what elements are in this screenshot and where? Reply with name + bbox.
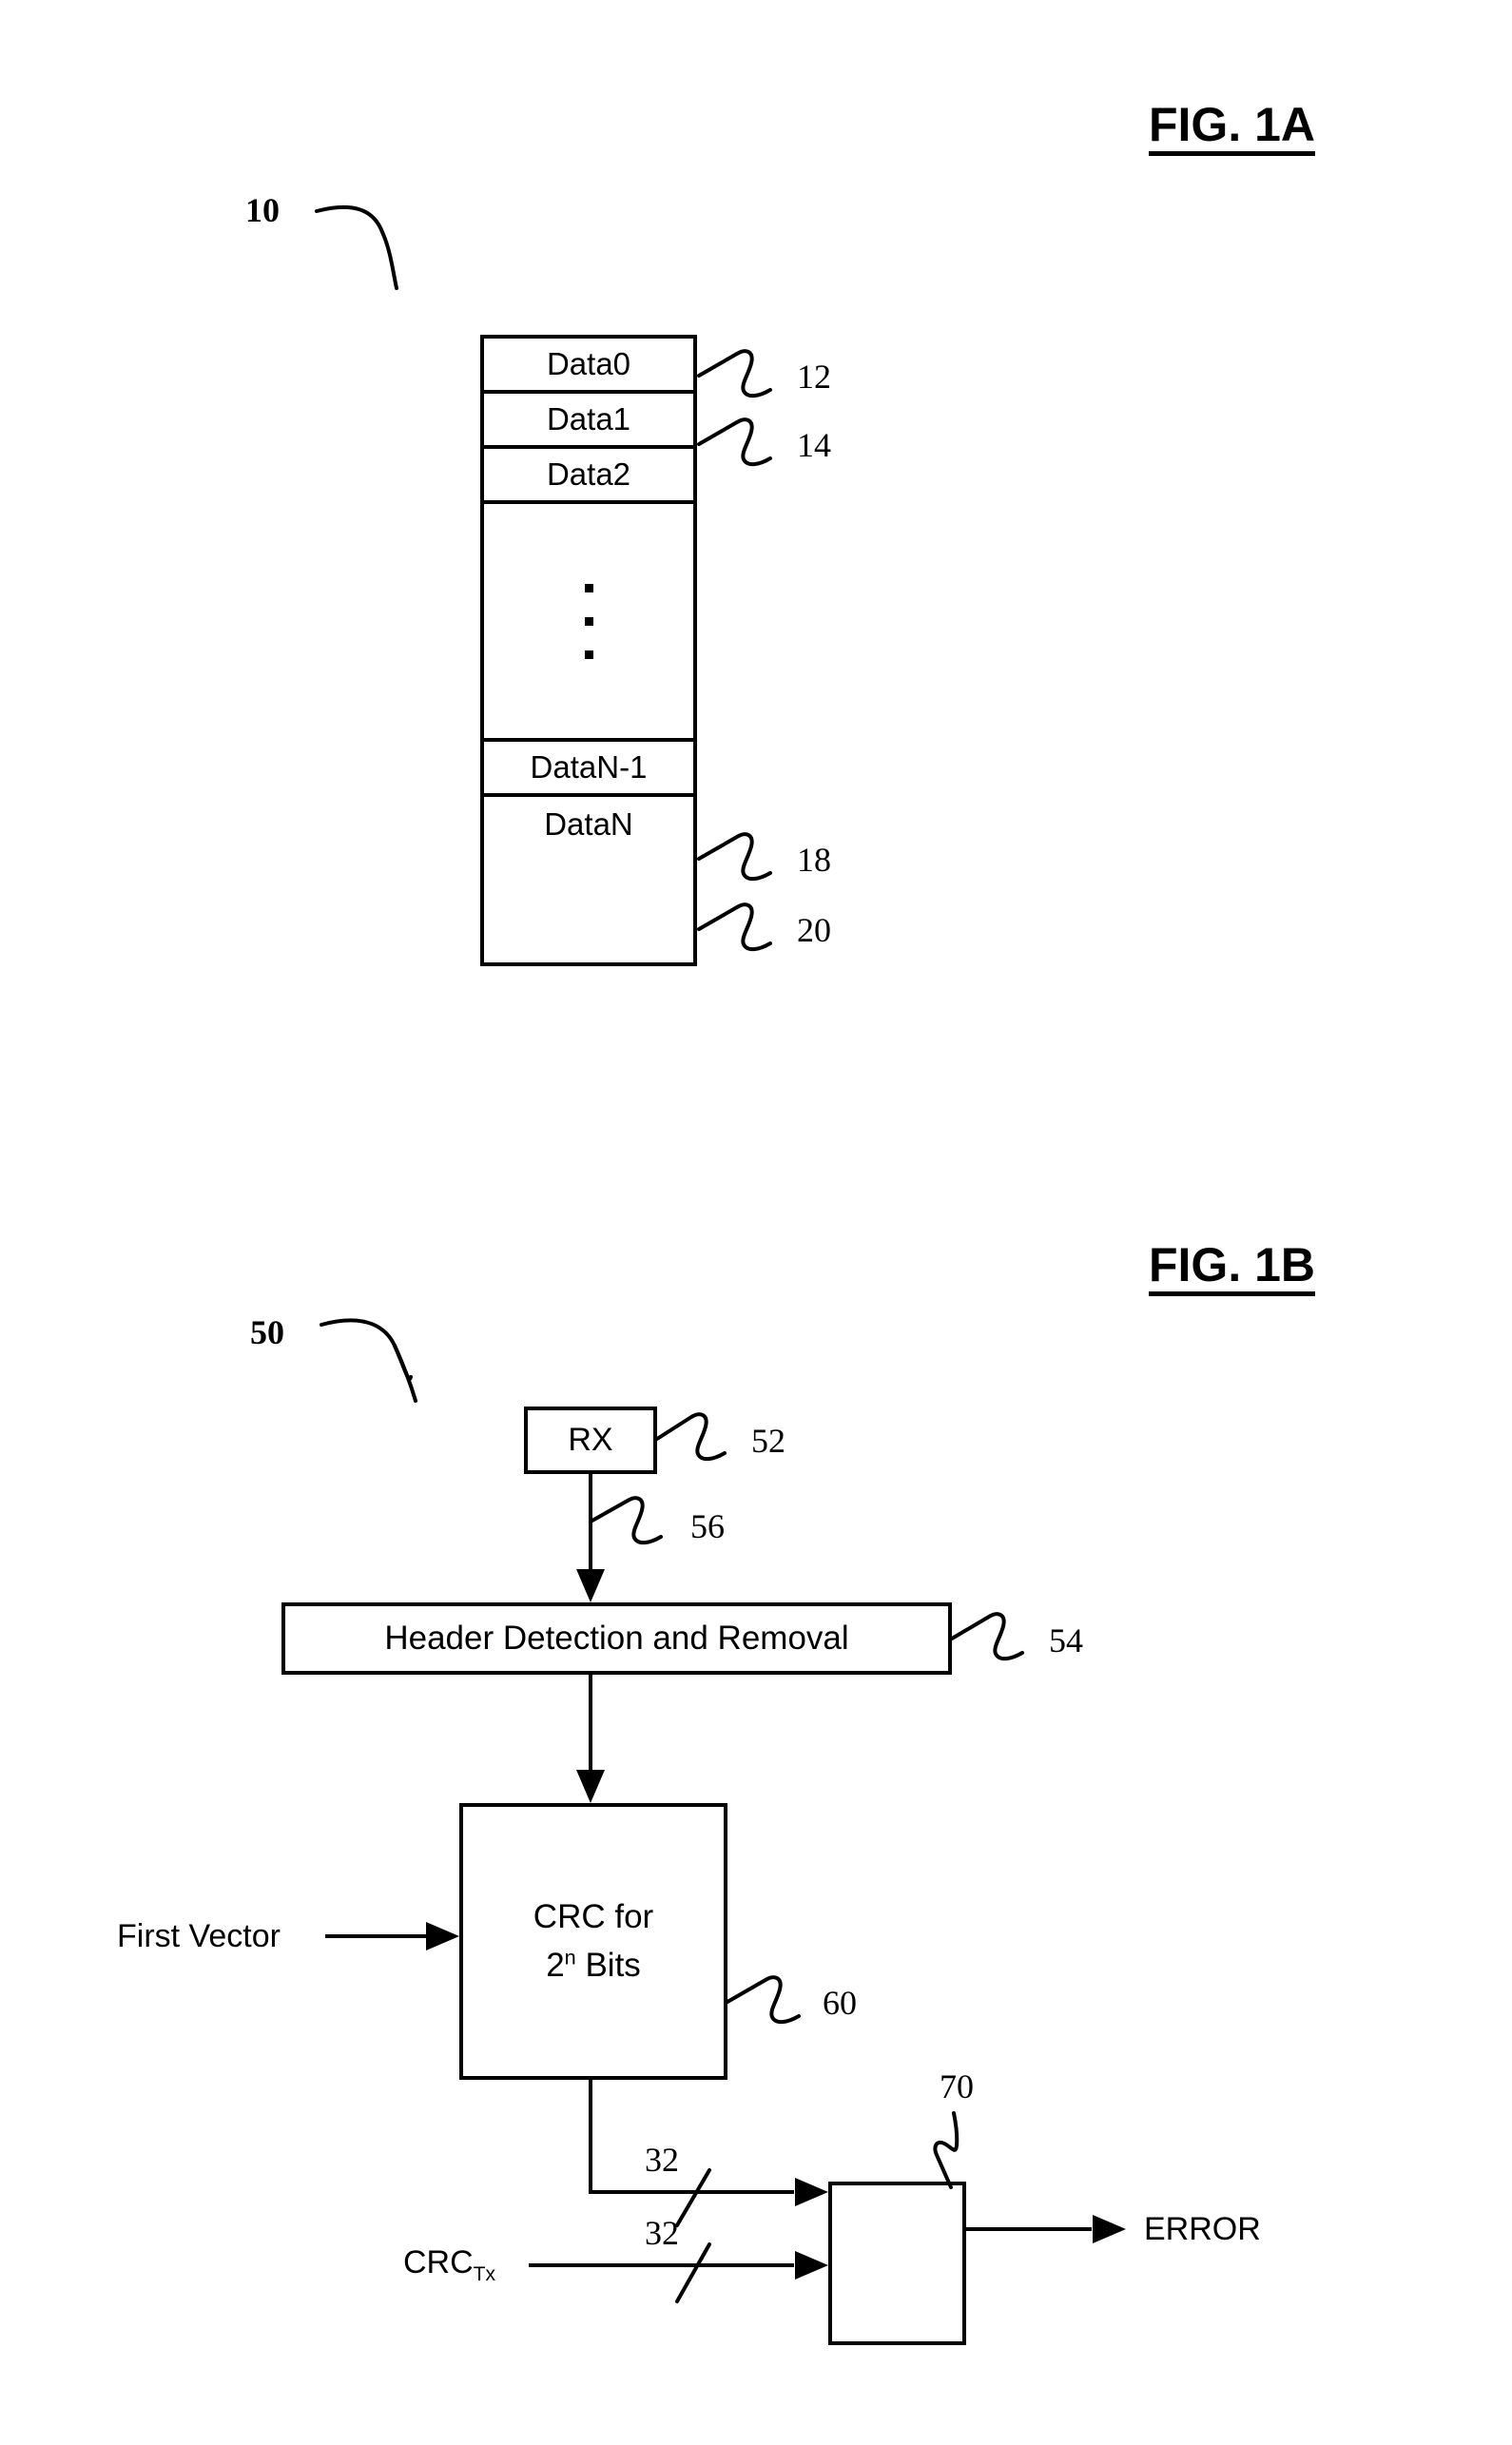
label-error-output: ERROR <box>1144 2211 1261 2247</box>
connector-error-output <box>966 2215 1126 2243</box>
patent-figure-page: FIG. 1A 10 Data0 Data1 Data2 DataN-1 Dat… <box>0 0 1512 2445</box>
